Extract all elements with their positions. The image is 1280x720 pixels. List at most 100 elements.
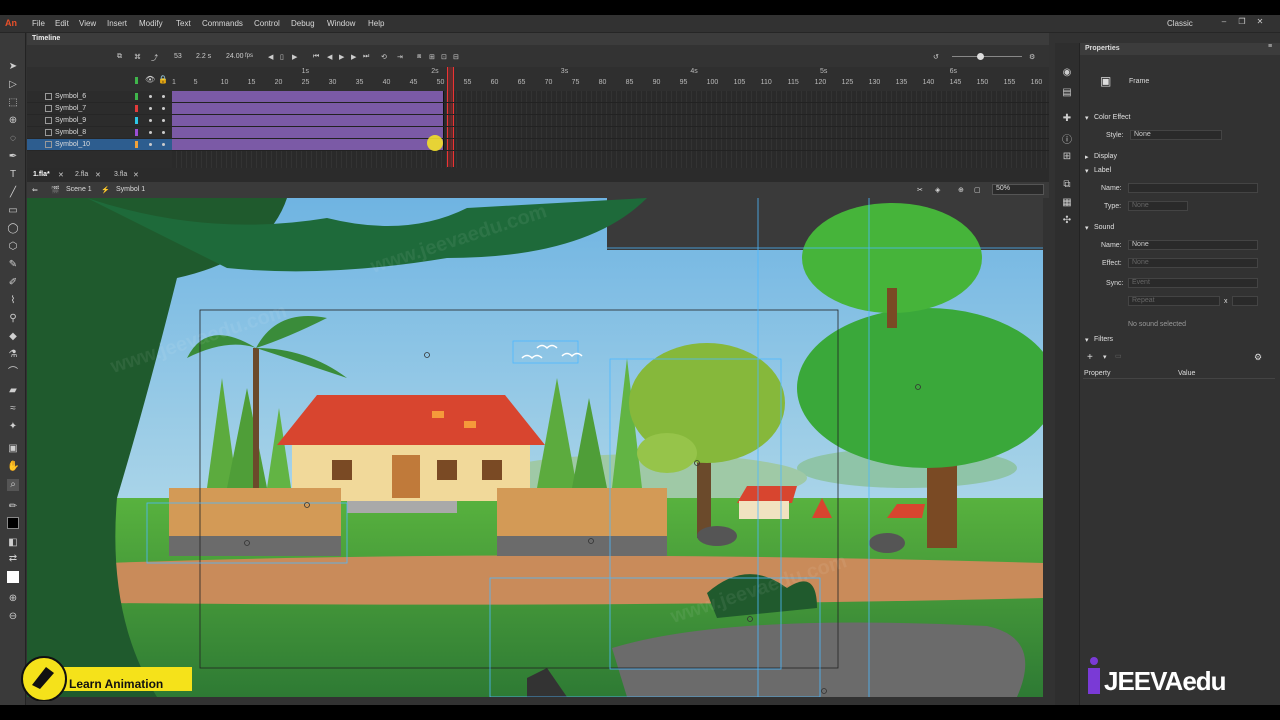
visibility-dot[interactable] — [149, 95, 152, 98]
lasso-icon[interactable]: ◌ — [7, 133, 19, 145]
maximize-icon[interactable]: ❐ — [1236, 17, 1248, 27]
edit-multiple-icon[interactable]: ⊞ — [429, 53, 435, 61]
oval-tool-icon[interactable]: ◯ — [7, 223, 19, 235]
frame-row[interactable] — [172, 127, 1049, 139]
text-tool-icon[interactable]: T — [7, 169, 19, 181]
motion-tween-span[interactable] — [172, 127, 444, 138]
visibility-dot[interactable] — [149, 131, 152, 134]
sound-toggle[interactable]: ▾ — [1085, 224, 1089, 232]
frame-rate[interactable]: 24.00 — [226, 53, 244, 60]
zoom-out-icon[interactable]: ⊖ — [7, 611, 19, 623]
layer-row[interactable]: Symbol_7 — [27, 103, 172, 115]
fill-color-swatch[interactable] — [7, 517, 19, 529]
3d-rotation-icon[interactable]: ⊕ — [7, 115, 19, 127]
go-to-last-icon[interactable]: ⏭ — [363, 53, 369, 61]
zoom-slider-track[interactable] — [952, 56, 1022, 57]
close-icon[interactable]: ✕ — [1254, 17, 1266, 27]
clip-stage-icon[interactable]: ▢ — [974, 186, 981, 194]
lock-dot[interactable] — [162, 119, 165, 122]
menu-commands[interactable]: Commands — [202, 19, 243, 28]
components-icon[interactable]: ✣ — [1060, 215, 1074, 229]
sound-repeat-select[interactable]: Repeat — [1128, 296, 1220, 306]
sound-effect-select[interactable]: None — [1128, 258, 1258, 268]
refresh-icon[interactable]: ↺ — [933, 53, 939, 61]
timeline-options-icon[interactable]: ⚙ — [1029, 53, 1035, 61]
play-icon[interactable]: ▶ — [339, 53, 344, 61]
layer-name[interactable]: Symbol_9 — [55, 117, 86, 124]
properties-icon[interactable]: ◉ — [1060, 67, 1074, 81]
label-toggle[interactable]: ▾ — [1085, 167, 1089, 175]
doc-tab-close-icon[interactable]: ✕ — [95, 171, 101, 179]
eyedropper-icon[interactable]: ⌒ — [7, 367, 19, 379]
add-filter-icon[interactable]: + — [1087, 352, 1093, 363]
lock-dot[interactable] — [162, 107, 165, 110]
subselection-tool-icon[interactable]: ▷ — [7, 79, 19, 91]
layer-color-swatch[interactable] — [135, 105, 138, 112]
stage-canvas[interactable]: www.jeevaedu.com www.jeevaedu.com www.je… — [27, 198, 1043, 697]
doc-tab-1[interactable]: 1.fla* — [33, 171, 50, 178]
visibility-icon[interactable]: 👁 — [145, 75, 155, 84]
menu-modify[interactable]: Modify — [139, 19, 163, 28]
marker-icon[interactable]: ⊡ — [441, 53, 447, 61]
line-tool-icon[interactable]: ╱ — [7, 187, 19, 199]
asset-warp-icon[interactable]: ✦ — [7, 421, 19, 433]
menu-debug[interactable]: Debug — [291, 19, 315, 28]
frame-row[interactable] — [172, 115, 1049, 127]
lock-icon[interactable]: 🔒 — [158, 75, 168, 84]
color-icon[interactable]: ✚ — [1060, 113, 1074, 127]
sound-header[interactable]: Sound — [1094, 224, 1114, 231]
zoom-tool-icon[interactable]: ⌕ — [7, 479, 19, 491]
layer-name[interactable]: Symbol_7 — [55, 105, 86, 112]
frames-area[interactable] — [172, 67, 1049, 168]
pen-icon[interactable]: ✒ — [7, 151, 19, 163]
label-name-input[interactable] — [1128, 183, 1258, 193]
color-effect-toggle[interactable]: ▾ — [1085, 114, 1089, 122]
zoom-slider-handle[interactable] — [977, 53, 984, 60]
color-effect-header[interactable]: Color Effect — [1094, 114, 1130, 121]
layer-name[interactable]: Symbol_6 — [55, 93, 86, 100]
rectangle-tool-icon[interactable]: ▭ — [7, 205, 19, 217]
motion-tween-span[interactable] — [172, 115, 444, 126]
filter-dropdown-icon[interactable]: ▾ — [1103, 353, 1107, 361]
doc-tab-close-icon[interactable]: ✕ — [58, 171, 64, 179]
next-frame-icon[interactable]: ▶ — [351, 53, 356, 61]
width-tool-icon[interactable]: ≈ — [7, 403, 19, 415]
label-header[interactable]: Label — [1094, 167, 1111, 174]
menu-edit[interactable]: Edit — [55, 19, 69, 28]
motion-tween-span[interactable] — [172, 103, 444, 114]
center-frame-icon[interactable]: ⇥ — [397, 53, 403, 61]
frame-view-icon[interactable]: ⊟ — [453, 53, 459, 61]
menu-file[interactable]: File — [32, 19, 45, 28]
paint-brush-icon[interactable]: ⌇ — [7, 295, 19, 307]
library-icon[interactable]: ▤ — [1060, 87, 1074, 101]
sound-sync-select[interactable]: Event — [1128, 278, 1258, 288]
filter-settings-icon[interactable]: ⚙ — [1254, 352, 1262, 363]
doc-tab-2[interactable]: 2.fla — [75, 171, 88, 178]
current-frame[interactable]: 53 — [174, 53, 182, 60]
display-header[interactable]: Display — [1094, 153, 1117, 160]
free-transform-icon[interactable]: ⬚ — [7, 97, 19, 109]
edit-scene-icon[interactable]: ✂ — [917, 186, 923, 194]
visibility-dot[interactable] — [149, 119, 152, 122]
align-icon[interactable]: ⊞ — [1060, 151, 1074, 165]
layer-color-swatch[interactable] — [135, 117, 138, 124]
ink-bottle-icon[interactable]: ⚗ — [7, 349, 19, 361]
frame-row[interactable] — [172, 103, 1049, 115]
display-toggle[interactable]: ▸ — [1085, 153, 1089, 161]
back-arrow-icon[interactable]: ⇐ — [32, 186, 38, 194]
onion-skin-outline-icon[interactable]: ⧈ — [417, 53, 421, 61]
sound-name-select[interactable]: None — [1128, 240, 1258, 250]
menu-view[interactable]: View — [79, 19, 96, 28]
visibility-dot[interactable] — [149, 107, 152, 110]
motion-tween-span[interactable] — [172, 91, 444, 102]
swap-colors-icon[interactable]: ⇄ — [7, 553, 19, 565]
onion-skin-icon[interactable]: ⧉ — [117, 53, 122, 61]
hand-tool-icon[interactable]: ✋ — [7, 461, 19, 473]
layer-row[interactable]: Symbol_9 — [27, 115, 172, 127]
scene-crumb[interactable]: Scene 1 — [66, 186, 92, 193]
selection-tool-icon[interactable]: ➤ — [7, 61, 19, 73]
workspace-switcher[interactable]: Classic — [1167, 19, 1193, 28]
frame-row[interactable] — [172, 139, 1049, 151]
symbol-crumb[interactable]: Symbol 1 — [116, 186, 145, 193]
remove-filter-icon[interactable]: ▭ — [1115, 352, 1122, 360]
